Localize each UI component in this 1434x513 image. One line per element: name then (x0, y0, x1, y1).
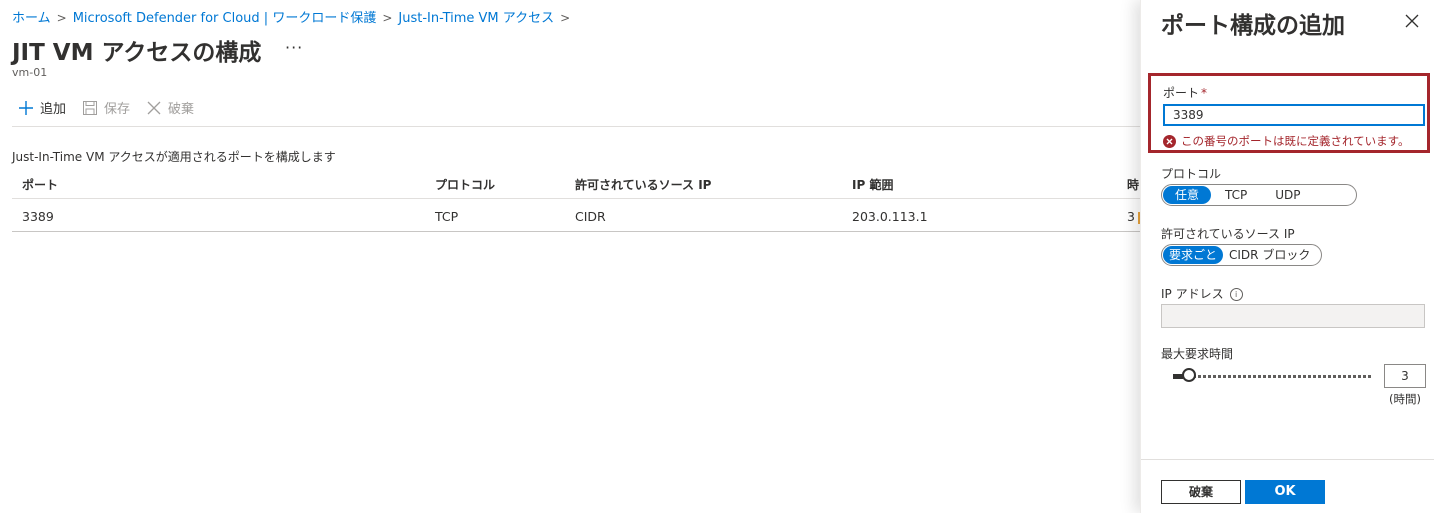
port-error: この番号のポートは既に定義されています。 (1163, 133, 1410, 149)
main-content: ホーム > Microsoft Defender for Cloud | ワークロー… (0, 0, 1141, 513)
protocol-label: プロトコル (1161, 167, 1222, 181)
discard-button[interactable]: 破棄 (146, 98, 194, 117)
max-time-input[interactable]: 3 (1384, 364, 1426, 388)
source-ip-option-per-request[interactable]: 要求ごと (1163, 246, 1224, 264)
more-options-icon[interactable]: ··· (285, 38, 303, 57)
divider (12, 126, 1140, 127)
cell-ip-range: 203.0.113.1 (852, 209, 928, 224)
col-header-protocol: プロトコル (435, 178, 496, 192)
port-error-text: この番号のポートは既に定義されています。 (1181, 134, 1410, 148)
breadcrumb: ホーム > Microsoft Defender for Cloud | ワークロー… (12, 7, 576, 26)
table-header: ポート プロトコル 許可されているソース IP IP 範囲 時 (12, 168, 1140, 199)
protocol-option-udp[interactable]: UDP (1261, 186, 1314, 204)
discard-button-label: 破棄 (168, 102, 195, 117)
protocol-option-tcp[interactable]: TCP (1211, 186, 1261, 204)
add-button-label: 追加 (40, 102, 67, 117)
col-header-port: ポート (22, 178, 59, 192)
page-title: JIT VM アクセスの構成 (12, 40, 262, 66)
max-time-slider-track[interactable] (1173, 375, 1373, 378)
col-header-time: 時 (1127, 178, 1140, 192)
chevron-right-icon: > (56, 11, 67, 25)
chevron-right-icon: > (382, 11, 393, 25)
port-label-text: ポート (1163, 86, 1200, 100)
col-header-ip-range: IP 範囲 (852, 178, 894, 192)
cell-protocol: TCP (435, 209, 459, 224)
port-label: ポート * (1163, 84, 1207, 101)
source-ip-label: 許可されているソース IP (1161, 227, 1295, 241)
max-time-label: 最大要求時間 (1161, 347, 1234, 361)
ip-address-input (1161, 304, 1425, 328)
add-button[interactable]: 追加 (18, 98, 66, 117)
page-subtitle: vm-01 (12, 66, 48, 79)
table-row[interactable]: 3389 TCP CIDR 203.0.113.1 3 (12, 200, 1141, 232)
max-time-unit: (時間) (1389, 392, 1421, 406)
cell-source-ip: CIDR (575, 209, 606, 224)
protocol-toggle: 任意 TCP UDP (1161, 184, 1357, 206)
breadcrumb-defender[interactable]: Microsoft Defender for Cloud | ワークロード保護 (73, 11, 377, 26)
plus-icon (19, 100, 33, 115)
add-port-panel: ポート構成の追加 ポート* この番号のポートは既に定義されています。 プロトコル… (1140, 0, 1434, 513)
col-header-source-ip: 許可されているソース IP (575, 178, 712, 192)
close-icon (147, 101, 161, 114)
breadcrumb-home[interactable]: ホーム (12, 11, 51, 26)
chevron-right-icon: > (560, 11, 571, 25)
cell-time-value: 3 (1127, 209, 1135, 224)
breadcrumb-jit[interactable]: Just-In-Time VM アクセス (398, 11, 554, 26)
cell-port: 3389 (22, 209, 54, 224)
toolbar: 追加 保存 破棄 (18, 98, 194, 117)
save-button-label: 保存 (104, 102, 131, 117)
ip-address-label: IP アドレス i (1161, 285, 1243, 302)
description: Just-In-Time VM アクセスが適用されるポートを構成します (12, 150, 336, 164)
ok-button[interactable]: OK (1245, 480, 1325, 504)
error-icon (1163, 134, 1176, 148)
required-mark: * (1201, 86, 1208, 100)
port-input[interactable] (1163, 104, 1425, 126)
cell-time: 3 (1127, 209, 1141, 224)
save-button[interactable]: 保存 (82, 98, 130, 117)
max-time-slider-thumb[interactable] (1182, 368, 1196, 382)
close-icon[interactable] (1403, 12, 1421, 30)
panel-title: ポート構成の追加 (1161, 13, 1345, 39)
save-icon (83, 100, 98, 115)
protocol-option-any[interactable]: 任意 (1163, 186, 1212, 204)
panel-discard-button[interactable]: 破棄 (1161, 480, 1241, 504)
info-icon[interactable]: i (1229, 288, 1243, 301)
port-field-group: ポート* この番号のポートは既に定義されています。 (1148, 73, 1430, 153)
source-ip-option-cidr[interactable]: CIDR ブロック (1223, 246, 1316, 264)
footer-divider (1141, 459, 1434, 460)
ip-address-label-text: IP アドレス (1161, 287, 1224, 301)
source-ip-toggle: 要求ごと CIDR ブロック (1161, 244, 1322, 266)
